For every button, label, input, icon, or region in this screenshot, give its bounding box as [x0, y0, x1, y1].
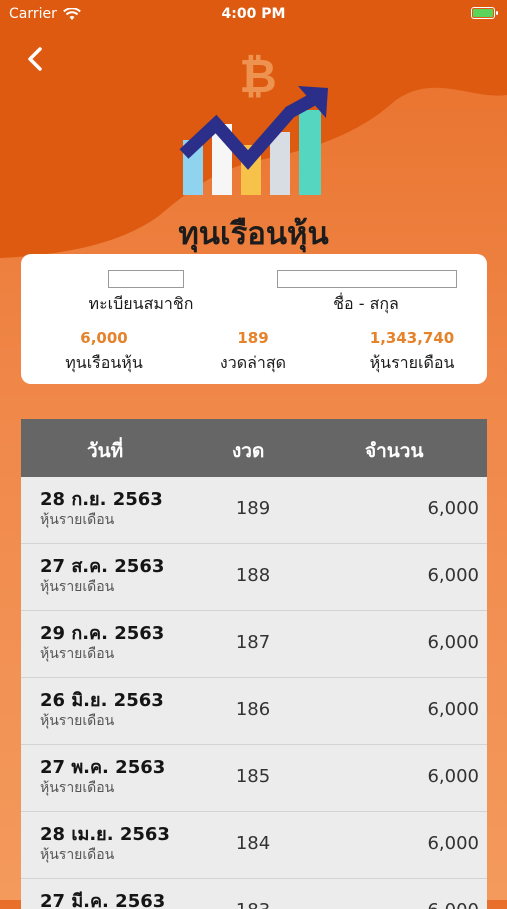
share-capital-value: 6,000 — [80, 329, 128, 347]
table-row[interactable]: 27 ส.ค. 2563 หุ้นรายเดือน 188 6,000 — [21, 544, 487, 611]
row-type: หุ้นรายเดือน — [40, 780, 115, 796]
row-period: 187 — [235, 632, 271, 653]
member-info-card: ทะเบียนสมาชิก ชื่อ - สกุล 6,000 ทุนเรือน… — [21, 254, 487, 384]
column-header-amount: จำนวน — [365, 440, 424, 462]
status-time: 4:00 PM — [221, 6, 286, 22]
row-period: 188 — [235, 565, 271, 586]
row-type: หุ้นรายเดือน — [40, 646, 115, 662]
row-amount: 6,000 — [427, 498, 479, 519]
column-header-period: งวด — [232, 440, 265, 462]
row-type: หุ้นรายเดือน — [40, 847, 115, 863]
table-row[interactable]: 28 ก.ย. 2563 หุ้นรายเดือน 189 6,000 — [21, 477, 487, 544]
monthly-shares-label: หุ้นรายเดือน — [369, 353, 455, 372]
share-capital-label: ทุนเรือนหุ้น — [65, 353, 143, 372]
row-amount: 6,000 — [427, 833, 479, 854]
back-button[interactable] — [20, 44, 50, 74]
row-period: 183 — [231, 900, 275, 909]
row-period: 184 — [235, 833, 271, 854]
page-title: ทุนเรือนหุ้น — [178, 216, 329, 252]
row-amount: 6,000 — [427, 900, 479, 909]
svg-text:₿: ₿ — [239, 52, 277, 103]
column-header-date: วันที่ — [87, 440, 124, 462]
row-type: หุ้นรายเดือน — [40, 512, 115, 528]
share-history-table[interactable]: วันที่ งวด จำนวน 28 ก.ย. 2563 หุ้นรายเดื… — [21, 419, 487, 909]
table-header: วันที่ งวด จำนวน — [21, 419, 487, 477]
member-id-label: ทะเบียนสมาชิก — [88, 294, 194, 313]
row-amount: 6,000 — [427, 632, 479, 653]
row-type: หุ้นรายเดือน — [40, 713, 115, 729]
table-row[interactable]: 26 มิ.ย. 2563 หุ้นรายเดือน 186 6,000 — [21, 678, 487, 745]
row-amount: 6,000 — [427, 565, 479, 586]
row-period: 186 — [235, 699, 271, 720]
row-amount: 6,000 — [427, 699, 479, 720]
row-date: 27 มี.ค. 2563 — [40, 891, 166, 909]
member-id-field — [108, 270, 184, 288]
row-period: 189 — [235, 498, 271, 519]
row-period: 185 — [235, 766, 271, 787]
table-row[interactable]: 28 เม.ย. 2563 หุ้นรายเดือน 184 6,000 — [21, 812, 487, 879]
member-name-field — [277, 270, 457, 288]
row-type: หุ้นรายเดือน — [40, 579, 115, 595]
latest-period-label: งวดล่าสุด — [219, 353, 287, 372]
monthly-shares-value: 1,343,740 — [369, 329, 455, 347]
table-row[interactable]: 29 ก.ค. 2563 หุ้นรายเดือน 187 6,000 — [21, 611, 487, 678]
bitcoin-growth-chart-icon: ₿ — [179, 52, 328, 195]
battery-icon — [471, 7, 498, 19]
table-row[interactable]: 27 มี.ค. 2563 หุ้นรายเดือน 183 6,000 — [21, 879, 487, 909]
latest-period-value: 189 — [237, 329, 269, 347]
row-amount: 6,000 — [427, 766, 479, 787]
member-name-label: ชื่อ - สกุล — [333, 294, 399, 313]
status-bar: Carrier 4:00 PM — [0, 0, 507, 28]
table-row[interactable]: 27 พ.ค. 2563 หุ้นรายเดือน 185 6,000 — [21, 745, 487, 812]
